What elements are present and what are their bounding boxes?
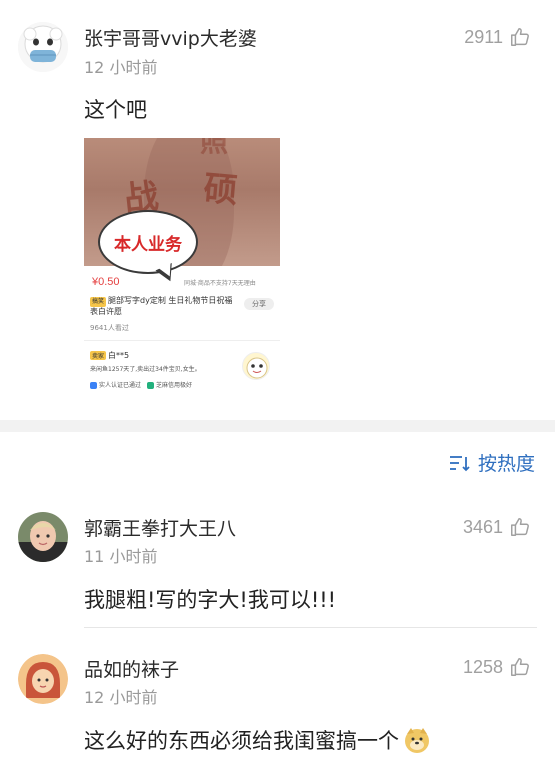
timestamp: 12 小时前	[84, 58, 158, 77]
thumbs-up-icon	[511, 658, 529, 676]
thumbs-up-icon	[511, 28, 529, 46]
comment-text-row: 这么好的东西必须给我闺蜜搞一个	[84, 725, 431, 755]
product-price: ¥0.50	[92, 276, 120, 288]
sort-toggle[interactable]: 按热度	[448, 449, 535, 476]
sort-icon	[449, 455, 470, 471]
seller-tag: 卖家	[90, 351, 107, 360]
overlay-char: 照	[200, 138, 229, 158]
like-count: 3461	[462, 516, 503, 537]
seller-avatar	[242, 352, 270, 380]
username[interactable]: 郭霸王拳打大王八	[84, 514, 236, 541]
category-tag: 搞笑	[90, 297, 107, 307]
username[interactable]: 张宇哥哥vvip大老婆	[84, 24, 257, 51]
credit-icon	[146, 382, 154, 389]
cartoon-girl-avatar[interactable]	[18, 654, 68, 704]
section-divider	[0, 420, 555, 432]
thumbs-up-icon	[511, 518, 529, 536]
verify-icon	[90, 382, 97, 389]
doge-emoji-icon	[405, 728, 429, 753]
like-count: 2911	[464, 26, 503, 47]
like-button[interactable]: 1258	[463, 656, 531, 678]
bubble-text: 本人业务	[114, 234, 182, 255]
child-photo-avatar[interactable]	[18, 512, 68, 562]
seller-name: 卖家 白**5	[90, 351, 130, 360]
comment-item: 张宇哥哥vvip大老婆 12 小时前 2911 这个吧 战 硕 照 本人业务 ¥…	[0, 0, 555, 410]
comment-item: 品如的袜子 12 小时前 1258 这么好的东西必须给我闺蜜搞一个	[0, 640, 555, 761]
product-title: 腿部写字dy定制 生日礼物节日祝福表白许愿	[90, 296, 233, 316]
seller-desc: 来闲鱼1257天了,卖出过34件宝贝,女生。	[90, 366, 201, 373]
comment-text: 这个吧	[84, 98, 147, 122]
comment-image[interactable]: 战 硕 照 本人业务 ¥0.50 同城·商品不支持7天无理由 搞笑 腿部写字dy定…	[84, 138, 280, 400]
sheep-mask-avatar[interactable]	[18, 22, 68, 72]
like-count: 1258	[462, 656, 503, 677]
comment-text: 我腿粗!写的字大!我可以!!!	[84, 588, 337, 612]
comment-item: 郭霸王拳打大王八 11 小时前 3461 我腿粗!写的字大!我可以!!!	[0, 500, 555, 620]
product-note: 同城·商品不支持7天无理由	[184, 280, 256, 287]
username[interactable]: 品如的袜子	[84, 655, 179, 682]
seller-verify: 实人认证已通过 芝麻信用极好	[90, 380, 192, 389]
sort-label: 按热度	[477, 453, 535, 475]
share-button: 分享	[244, 298, 274, 310]
speech-bubble: 本人业务	[98, 210, 198, 274]
product-title-row: 搞笑 腿部写字dy定制 生日礼物节日祝福表白许愿	[90, 296, 240, 317]
overlay-char: 硕	[202, 168, 240, 212]
like-button[interactable]: 3461	[463, 516, 531, 538]
comment-separator	[84, 627, 537, 628]
timestamp: 11 小时前	[84, 547, 158, 566]
divider	[84, 340, 280, 341]
comment-text: 这么好的东西必须给我闺蜜搞一个	[84, 729, 399, 753]
timestamp: 12 小时前	[84, 688, 158, 707]
view-count: 9641人看过	[90, 324, 129, 332]
like-button[interactable]: 2911	[464, 26, 531, 48]
